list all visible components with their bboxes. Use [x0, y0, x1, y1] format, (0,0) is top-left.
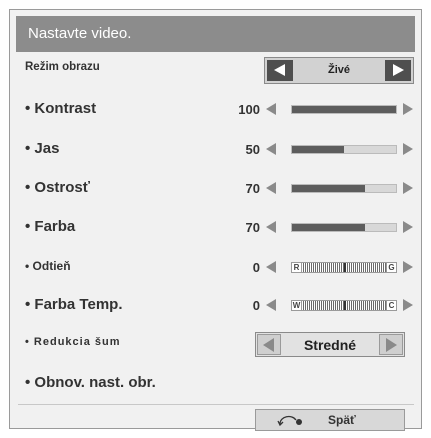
title-bar: Nastavte video. [16, 16, 415, 52]
sharpness-slider-fill [292, 185, 365, 192]
color-temp-increase-icon[interactable] [403, 299, 413, 311]
tint-right-cap: G [386, 262, 397, 273]
mode-next-button[interactable] [385, 60, 411, 81]
mode-prev-button[interactable] [267, 60, 293, 81]
menu-title: Nastavte video. [28, 25, 132, 42]
sharpness-value: 70 [245, 181, 260, 196]
color-temp-slider[interactable]: W C [291, 300, 397, 311]
noise-reduction-value: Stredné [303, 337, 357, 353]
tint-center-marker [344, 263, 346, 272]
tint-increase-icon[interactable] [403, 261, 413, 273]
brightness-decrease-icon[interactable] [266, 143, 276, 155]
contrast-slider[interactable] [291, 105, 397, 114]
color-temp-decrease-icon[interactable] [266, 299, 276, 311]
color-temp-label: • Farba Temp. [25, 296, 123, 313]
noise-prev-button[interactable] [257, 334, 281, 355]
picture-mode-value: Živé [327, 64, 350, 76]
tint-left-cap: R [291, 262, 302, 273]
reset-picture-item[interactable]: • Obnov. nast. obr. [25, 374, 156, 391]
tint-slider[interactable]: R G [291, 262, 397, 273]
tint-value: 0 [252, 260, 260, 275]
brightness-slider-fill [292, 146, 344, 153]
color-temp-center-marker [344, 301, 346, 310]
brightness-increase-icon[interactable] [403, 143, 413, 155]
picture-settings-panel: Nastavte video. Režim obrazu Živé • Kont… [9, 9, 422, 431]
contrast-value: 100 [238, 102, 260, 117]
back-button[interactable]: Späť [255, 409, 405, 431]
sharpness-increase-icon[interactable] [403, 182, 413, 194]
color-increase-icon[interactable] [403, 221, 413, 233]
sharpness-slider[interactable] [291, 184, 397, 193]
triangle-right-icon [386, 338, 397, 352]
noise-next-button[interactable] [379, 334, 403, 355]
color-slider-fill [292, 224, 365, 231]
picture-mode-label: Režim obrazu [25, 61, 100, 73]
brightness-slider[interactable] [291, 145, 397, 154]
color-decrease-icon[interactable] [266, 221, 276, 233]
triangle-left-icon [263, 338, 274, 352]
noise-reduction-label: • Redukcia šum [25, 336, 121, 348]
back-label: Späť [328, 413, 356, 427]
triangle-right-icon [393, 64, 404, 76]
brightness-value: 50 [245, 142, 260, 157]
sharpness-label: • Ostrosť [25, 179, 90, 196]
return-icon [277, 415, 302, 427]
sharpness-decrease-icon[interactable] [266, 182, 276, 194]
color-temp-value: 0 [252, 298, 260, 313]
tint-decrease-icon[interactable] [266, 261, 276, 273]
contrast-label: • Kontrast [25, 100, 97, 117]
color-temp-right-cap: C [386, 300, 397, 311]
noise-reduction-selector[interactable]: Stredné [255, 332, 405, 357]
color-slider[interactable] [291, 223, 397, 232]
contrast-slider-fill [292, 106, 396, 113]
picture-mode-selector[interactable]: Živé [264, 57, 414, 84]
divider [18, 404, 414, 405]
contrast-increase-icon[interactable] [403, 103, 413, 115]
color-value: 70 [245, 220, 260, 235]
tint-label: • Odtieň [25, 259, 71, 273]
brightness-label: • Jas [25, 140, 60, 157]
color-label: • Farba [25, 218, 76, 235]
contrast-decrease-icon[interactable] [266, 103, 276, 115]
triangle-left-icon [274, 64, 285, 76]
color-temp-left-cap: W [291, 300, 302, 311]
